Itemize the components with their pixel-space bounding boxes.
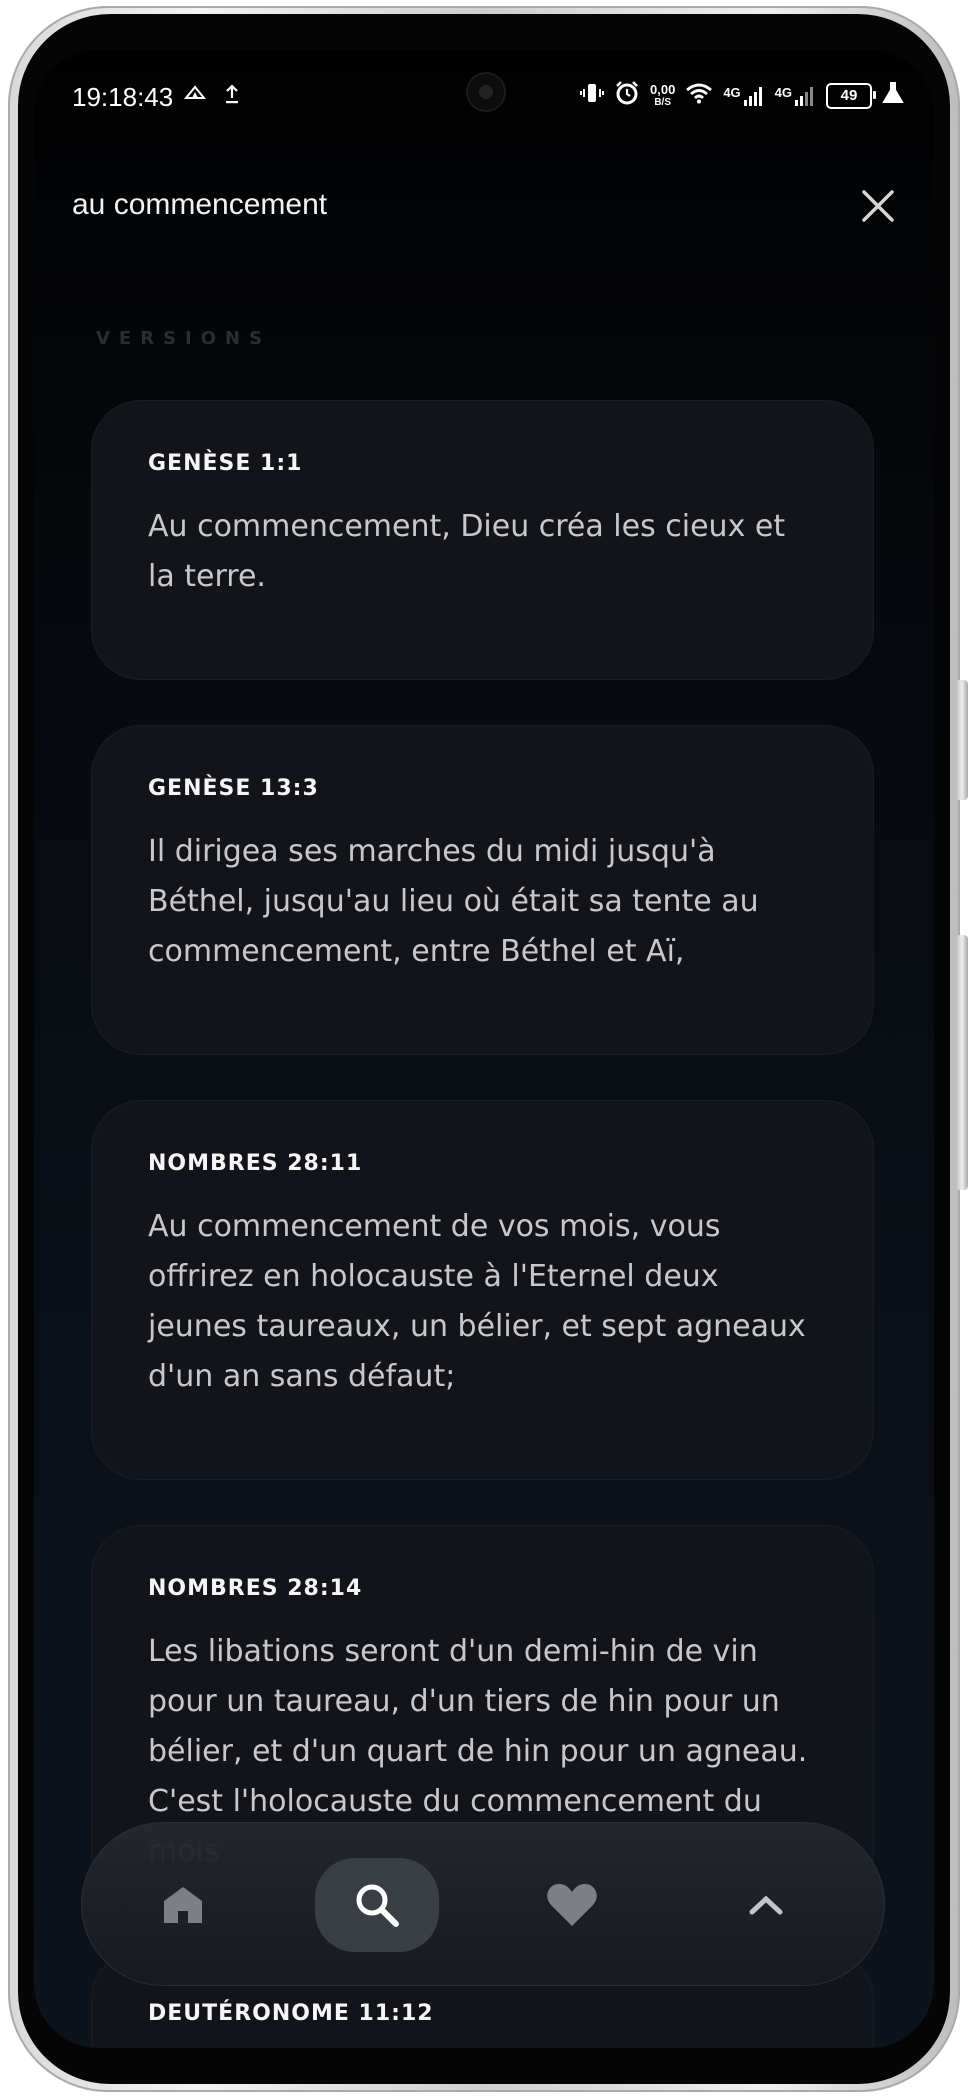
alarm-icon (614, 80, 640, 111)
home-icon (164, 1887, 202, 1923)
net-speed: 0,00 B/S (650, 83, 675, 109)
wifi-icon (685, 82, 713, 109)
signal-1: 4G (723, 85, 764, 107)
search-icon (356, 1884, 399, 1927)
close-icon[interactable] (858, 186, 898, 226)
verse-text: Il dirigea ses marches du midi jusqu'à B… (148, 834, 759, 969)
bottom-nav (81, 1822, 885, 1986)
heart-icon (547, 1883, 597, 1926)
verse-reference: GENÈSE 1:1 (148, 451, 303, 476)
battery-indicator: 49 (826, 82, 876, 109)
search-query[interactable]: au commencement (72, 188, 327, 222)
battery-level: 49 (840, 87, 858, 104)
verse-text: Au commencement, Dieu créa les cieux et … (148, 509, 786, 594)
signal-2-label: 4G (774, 84, 792, 100)
power-button (956, 935, 968, 1190)
signal-2: 4G (775, 85, 816, 107)
result-card[interactable]: GENÈSE 1:1 Au commencement, Dieu créa le… (91, 400, 874, 680)
flask-icon (882, 81, 904, 110)
status-time: 19:18:43 (72, 82, 174, 112)
nav-scroll-top-button[interactable] (704, 1858, 828, 1952)
status-bar: 19:18:43 0,00 B/S 4G 4G 49 (34, 50, 934, 150)
verse-reference: DEUTÉRONOME 11:12 (148, 2001, 434, 2026)
chevron-up-icon (749, 1895, 783, 1915)
nav-home-button[interactable] (121, 1858, 245, 1952)
status-icons: 0,00 B/S 4G 4G 49 (580, 80, 904, 111)
verse-text: Au commencement de vos mois, vous offrir… (148, 1209, 806, 1394)
notification-app-icon (183, 84, 207, 108)
signal-1-label: 4G (723, 84, 741, 100)
vibrate-icon (580, 81, 604, 110)
signal-bars-icon (795, 86, 813, 106)
net-speed-value: 0,00 (650, 81, 676, 97)
verse-reference: NOMBRES 28:11 (148, 1151, 363, 1176)
screen: 19:18:43 0,00 B/S 4G 4G 49 au commenceme… (34, 50, 934, 2048)
result-card[interactable]: NOMBRES 28:11 Au commencement de vos moi… (91, 1100, 874, 1480)
section-label: VERSIONS (96, 328, 272, 349)
search-header: au commencement (34, 180, 934, 260)
nav-search-button[interactable] (315, 1858, 439, 1952)
verse-reference: GENÈSE 13:3 (148, 776, 319, 801)
front-camera (466, 72, 506, 112)
nav-favorites-button[interactable] (510, 1858, 634, 1952)
volume-button (956, 680, 968, 800)
signal-bars-icon (743, 86, 762, 106)
verse-reference: NOMBRES 28:14 (148, 1576, 363, 1601)
upload-icon (224, 84, 240, 110)
result-card[interactable]: GENÈSE 13:3 Il dirigea ses marches du mi… (91, 725, 874, 1055)
net-speed-unit: B/S (654, 96, 671, 108)
